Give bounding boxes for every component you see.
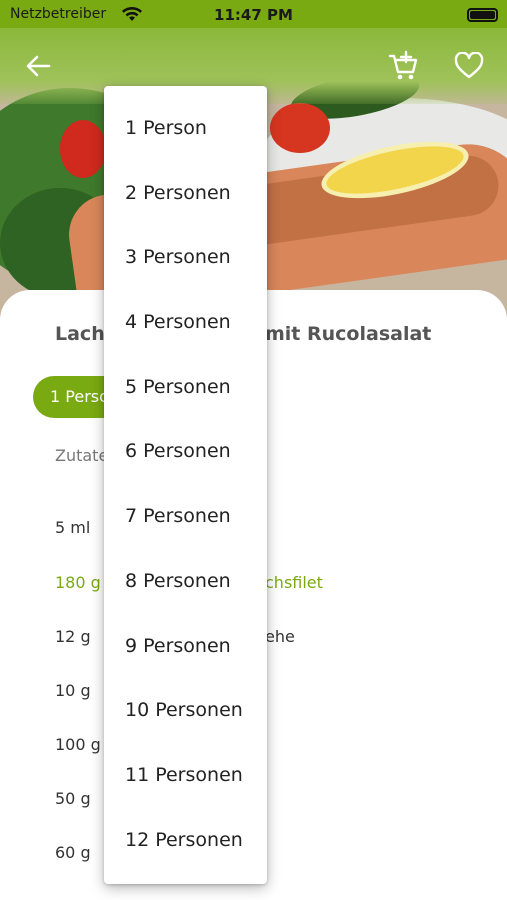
ingredient-name: ehe: [265, 627, 295, 646]
dropdown-option[interactable]: 10 Personen: [104, 678, 267, 743]
cart-add-icon: [388, 50, 418, 80]
dropdown-option[interactable]: 6 Personen: [104, 419, 267, 484]
dropdown-option[interactable]: 3 Personen: [104, 225, 267, 290]
battery-icon: [467, 8, 498, 22]
dropdown-option[interactable]: 12 Personen: [104, 808, 267, 873]
recipe-title: Lach: [55, 323, 105, 345]
ingredient-amount: 100 g: [55, 735, 101, 754]
favorite-button[interactable]: [451, 48, 487, 84]
ingredient-amount: 10 g: [55, 681, 91, 700]
dropdown-option[interactable]: 2 Personen: [104, 161, 267, 226]
dropdown-option[interactable]: 9 Personen: [104, 614, 267, 679]
dropdown-option[interactable]: 1 Person: [104, 96, 267, 161]
dropdown-option[interactable]: 5 Personen: [104, 355, 267, 420]
ingredients-heading: Zutate: [55, 446, 109, 465]
dropdown-option[interactable]: 4 Personen: [104, 290, 267, 355]
ingredient-amount: 50 g: [55, 789, 91, 808]
heart-outline-icon: [454, 52, 484, 79]
dropdown-option[interactable]: 11 Personen: [104, 743, 267, 808]
servings-dropdown-menu: 1 Person 2 Personen 3 Personen 4 Persone…: [104, 86, 267, 884]
dropdown-option[interactable]: 7 Personen: [104, 484, 267, 549]
status-bar: Netzbetreiber 11:47 PM: [0, 0, 507, 28]
clock: 11:47 PM: [214, 6, 293, 24]
dropdown-option[interactable]: 8 Personen: [104, 549, 267, 614]
ingredient-amount[interactable]: 180 g: [55, 573, 101, 592]
ingredient-amount: 12 g: [55, 627, 91, 646]
add-to-cart-button[interactable]: [385, 48, 421, 84]
back-button[interactable]: [20, 48, 56, 84]
arrow-left-icon: [26, 55, 51, 77]
recipe-title-continued: mit Rucolasalat: [265, 323, 432, 345]
ingredient-amount: 5 ml: [55, 518, 91, 537]
ingredient-name[interactable]: chsfilet: [265, 573, 323, 592]
ingredient-amount: 60 g: [55, 843, 91, 862]
